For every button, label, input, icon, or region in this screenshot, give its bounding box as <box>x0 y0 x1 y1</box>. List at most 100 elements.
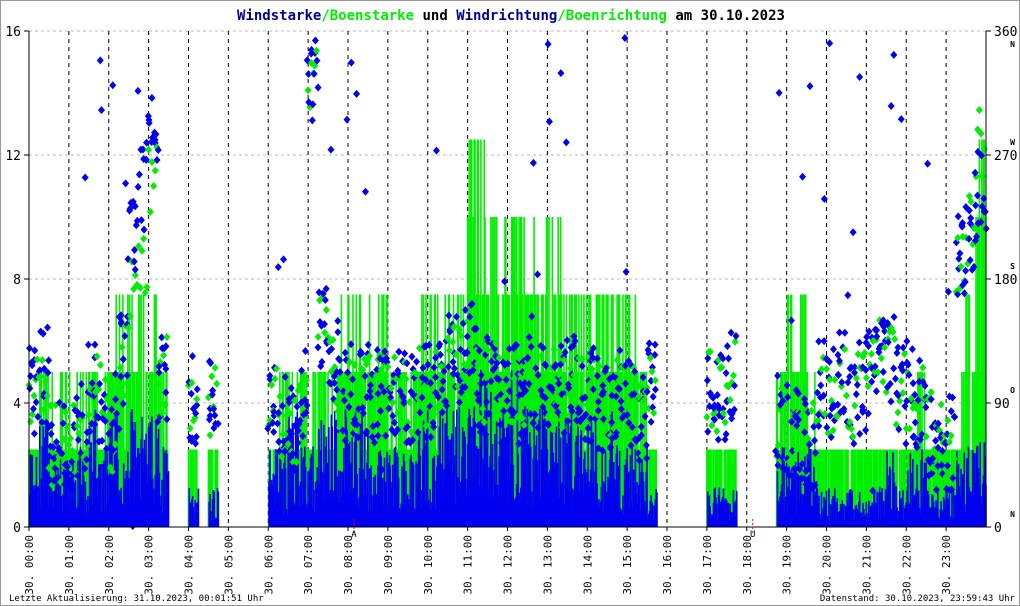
gust-direction-point <box>975 105 983 114</box>
wind-direction-point <box>557 69 565 78</box>
wind-direction-point <box>308 116 316 125</box>
gust-direction-point <box>193 395 201 404</box>
x-tick-label: 30. 12:00 <box>502 535 515 595</box>
wind-direction-point <box>134 86 142 95</box>
wind-direction-point <box>544 40 552 49</box>
gust-direction-point <box>145 145 153 154</box>
gust-direction-point <box>901 349 909 358</box>
gust-direction-point <box>67 434 75 443</box>
wind-direction-point <box>890 50 898 59</box>
wind-direction-point <box>311 36 319 45</box>
footer-last-update: Letzte Aktualisierung: 31.10.2023, 00:01… <box>9 594 264 604</box>
title-sep2: / <box>557 8 565 24</box>
wind-direction-point <box>909 379 917 388</box>
wind-direction-point <box>703 376 711 385</box>
wind-direction-point <box>891 374 899 383</box>
compass-label: N <box>1010 510 1015 519</box>
wind-direction-point <box>347 58 355 67</box>
wind-direction-point <box>529 158 537 167</box>
gust-direction-point <box>879 377 887 386</box>
wind-direction-point <box>872 387 880 396</box>
wind-direction-point <box>534 270 542 279</box>
x-tick-label: 30. 05:00 <box>222 535 235 595</box>
wind-direction-point <box>353 89 361 98</box>
wind-direction-point <box>916 356 924 365</box>
wind-direction-point <box>897 115 905 124</box>
wind-direction-point <box>97 106 105 115</box>
wind-direction-point <box>817 381 825 390</box>
gust-direction-point <box>304 86 312 95</box>
x-tick-label: 30. 09:00 <box>382 535 395 595</box>
sun-marker-label: A <box>351 530 357 540</box>
left-tick-label: 12 <box>5 149 21 164</box>
chart-title: Windstarke/Boenstarke und Windrichtung/B… <box>237 8 785 24</box>
right-tick-label: 180 <box>994 273 1017 288</box>
gust-direction-point <box>651 376 659 385</box>
title-boenrichtung: Boenrichtung <box>566 8 667 24</box>
wind-direction-point <box>280 255 288 264</box>
wind-direction-point <box>714 435 722 444</box>
wind-direction-point <box>148 93 156 102</box>
footer-data-status: Datenstand: 30.10.2023, 23:59:43 Uhr <box>820 594 1016 604</box>
wind-direction-point <box>826 39 834 48</box>
wind-direction-point <box>45 356 53 365</box>
gust-direction-point <box>842 391 850 400</box>
title-date: am 30.10.2023 <box>667 8 785 24</box>
gust-direction-point <box>927 388 935 397</box>
wind-direction-point <box>649 392 657 401</box>
right-tick-label: 360 <box>994 25 1017 40</box>
wind-direction-point <box>187 389 195 398</box>
gust-direction-point <box>38 356 46 365</box>
wind-direction-point <box>314 343 322 352</box>
wind-direction-point <box>131 265 139 274</box>
wind-direction-point <box>879 367 887 376</box>
gust-direction-point <box>213 379 221 388</box>
compass-label: S <box>1010 262 1015 271</box>
x-tick-label: 30. 02:00 <box>103 535 116 595</box>
wind-direction-point <box>887 102 895 111</box>
x-tick-label: 30. 17:00 <box>701 535 714 595</box>
wind-direction-point <box>134 182 142 191</box>
wind-direction-point <box>96 56 104 65</box>
x-tick-label: 30. 06:00 <box>262 535 275 595</box>
x-tick-label: 30. 08:00 <box>342 535 355 595</box>
wind-direction-point <box>844 291 852 300</box>
x-tick-label: 30. 00:00 <box>23 535 36 595</box>
wind-direction-point <box>829 345 837 354</box>
wind-chart: Windstarke/Boenstarke und Windrichtung/B… <box>5 8 1017 604</box>
wind-direction-point <box>501 277 509 286</box>
right-tick-label: 90 <box>994 397 1010 412</box>
gust-direction-point <box>150 182 158 191</box>
wind-direction-point <box>445 311 453 320</box>
wind-direction-point <box>334 317 342 326</box>
x-tick-label: 30. 15:00 <box>621 535 634 595</box>
right-tick-label: 270 <box>994 149 1017 164</box>
wind-direction-point <box>30 429 38 438</box>
x-tick-label: 30. 11:00 <box>462 535 475 595</box>
gust-direction-point <box>937 400 945 409</box>
wind-direction-point <box>849 228 857 237</box>
wind-direction-point <box>81 173 89 182</box>
gust-direction-point <box>823 364 830 373</box>
wind-direction-point <box>841 328 849 337</box>
wind-direction-point <box>862 426 870 435</box>
gust-direction-point <box>862 373 870 382</box>
wind-direction-point <box>908 345 916 354</box>
wind-direction-point <box>924 159 932 168</box>
left-tick-label: 4 <box>13 397 21 412</box>
wind-direction-point <box>361 187 369 196</box>
wind-direction-point <box>91 340 99 349</box>
x-tick-label: 30. 21:00 <box>860 535 873 595</box>
gust-direction-point <box>146 207 154 216</box>
gust-direction-point <box>211 363 219 372</box>
gust-direction-point <box>944 416 952 425</box>
wind-direction-point <box>722 430 730 439</box>
wind-direction-point <box>188 352 196 361</box>
wind-direction-point <box>122 179 130 188</box>
wind-direction-point <box>799 172 807 181</box>
wind-direction-point <box>29 404 37 413</box>
wind-direction-point <box>119 355 127 364</box>
wind-direction-point <box>343 115 351 124</box>
wind-direction-point <box>84 340 92 349</box>
wind-direction-point <box>724 354 732 363</box>
